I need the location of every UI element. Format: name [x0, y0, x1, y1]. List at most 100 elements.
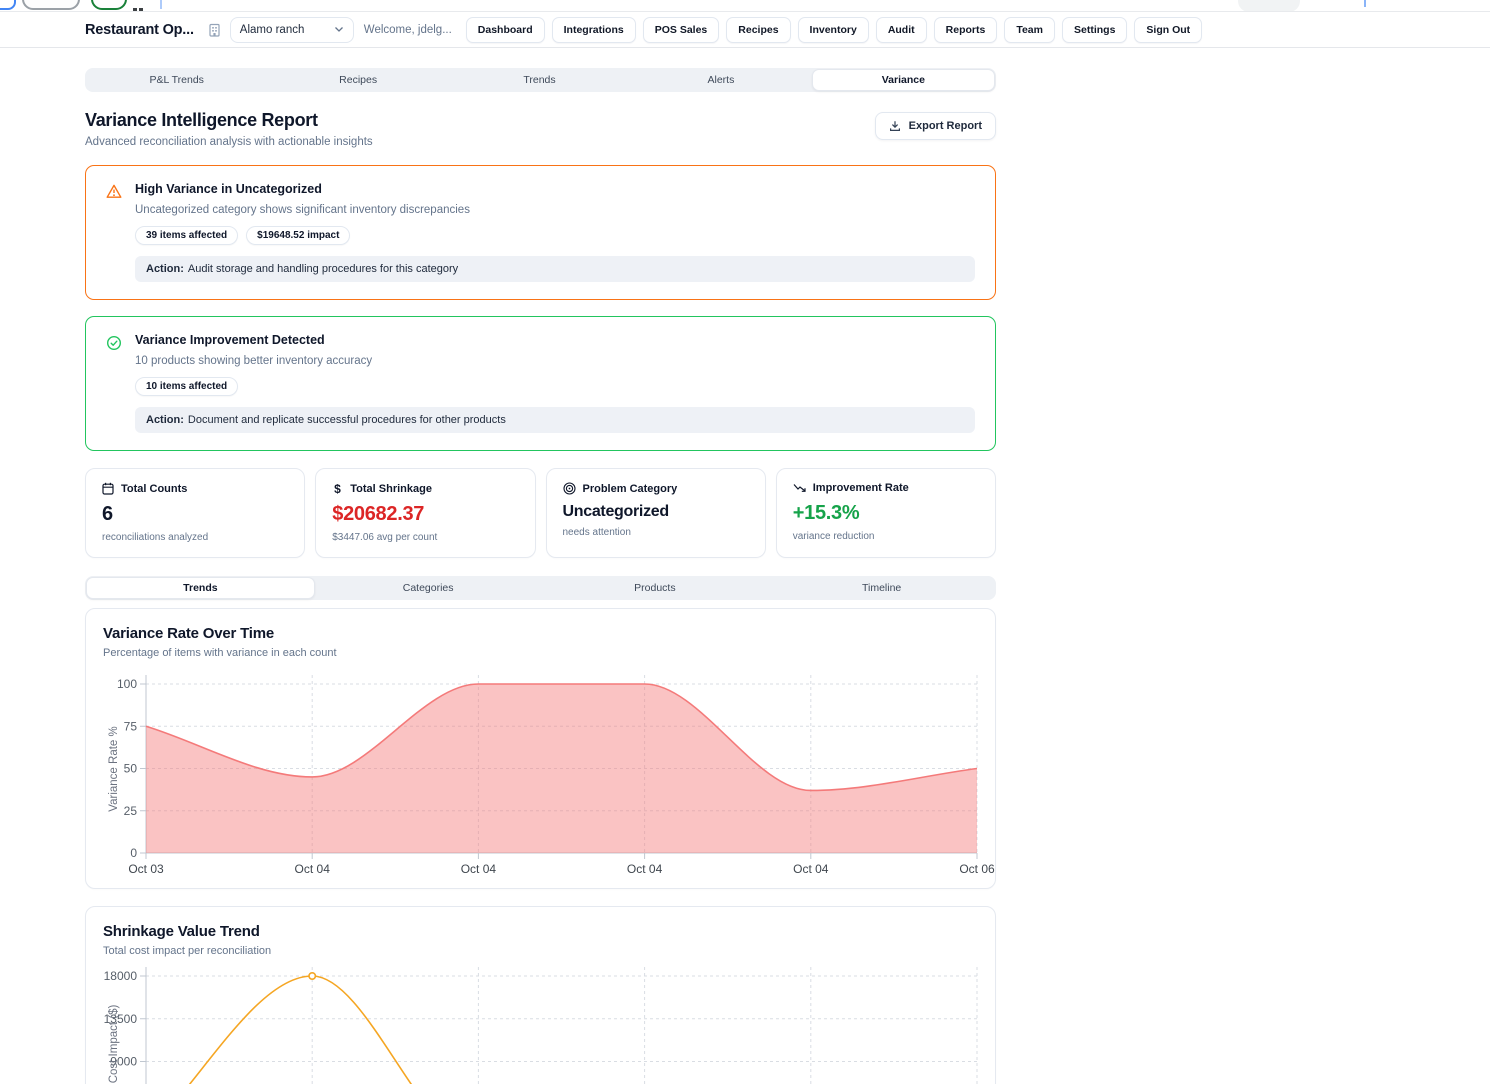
warning-icon [106, 182, 122, 282]
svg-text:25: 25 [124, 804, 138, 818]
alert-title: Variance Improvement Detected [135, 333, 975, 347]
page-title: Variance Intelligence Report [85, 110, 373, 131]
app-header: Restaurant Op... Alamo ranch Welcome, jd… [0, 12, 1490, 48]
tab-alerts[interactable]: Alerts [630, 69, 811, 91]
svg-text:18000: 18000 [104, 969, 138, 983]
chart-subtitle: Percentage of items with variance in eac… [103, 647, 978, 659]
check-circle-icon [106, 333, 122, 433]
tab-pl-trends[interactable]: P&L Trends [86, 69, 267, 91]
browser-pill-button-green[interactable] [91, 0, 127, 10]
alert-variance-improvement: Variance Improvement Detected 10 product… [85, 316, 996, 451]
alert-description: 10 products showing better inventory acc… [135, 355, 975, 367]
svg-text:$: $ [334, 482, 341, 495]
alert-high-variance: High Variance in Uncategorized Uncategor… [85, 165, 996, 300]
welcome-text: Welcome, jdelg... [364, 24, 452, 36]
subtab-products[interactable]: Products [542, 577, 769, 599]
nav-dashboard[interactable]: Dashboard [466, 17, 545, 43]
stat-value: 6 [102, 503, 288, 526]
svg-text:Oct 03: Oct 03 [128, 862, 164, 876]
nav-inventory[interactable]: Inventory [798, 17, 869, 43]
main-tabbar: P&L Trends Recipes Trends Alerts Varianc… [85, 68, 996, 92]
impact-badge: $19648.52 impact [246, 226, 350, 245]
nav-sign-out[interactable]: Sign Out [1134, 17, 1202, 43]
stat-problem-category: Problem Category Uncategorized needs att… [546, 468, 766, 558]
action-bar: Action: Audit storage and handling proced… [135, 256, 975, 282]
shrinkage-line-chart: 0450090001350018000Cost Impact ($) [103, 969, 982, 1084]
location-select[interactable]: Alamo ranch [230, 17, 354, 43]
stats-row: Total Counts 6 reconciliations analyzed … [85, 468, 996, 558]
svg-text:Oct 04: Oct 04 [295, 862, 331, 876]
variance-rate-chart-card: Variance Rate Over Time Percentage of it… [85, 608, 996, 889]
browser-pill-button[interactable] [22, 0, 80, 10]
export-report-button[interactable]: Export Report [875, 112, 996, 140]
chart-title: Variance Rate Over Time [103, 625, 978, 642]
subtab-trends[interactable]: Trends [86, 577, 315, 599]
stat-improvement-rate: Improvement Rate +15.3% variance reducti… [776, 468, 996, 558]
svg-text:Oct 04: Oct 04 [627, 862, 663, 876]
export-report-label: Export Report [909, 120, 982, 132]
nav-integrations[interactable]: Integrations [552, 17, 636, 43]
stat-value: $20682.37 [332, 503, 518, 526]
stat-sub: $3447.06 avg per count [332, 532, 518, 543]
target-icon [563, 482, 576, 495]
svg-text:75: 75 [124, 719, 138, 733]
subtab-categories[interactable]: Categories [315, 577, 542, 599]
svg-text:0: 0 [130, 846, 137, 860]
svg-text:Oct 06: Oct 06 [959, 862, 995, 876]
items-affected-badge: 10 items affected [135, 377, 238, 396]
stat-value: Uncategorized [563, 503, 749, 521]
stat-value: +15.3% [793, 502, 979, 525]
building-icon [208, 23, 221, 37]
browser-chrome-strip [0, 0, 1490, 12]
alert-description: Uncategorized category shows significant… [135, 204, 975, 216]
nav-pos-sales[interactable]: POS Sales [643, 17, 720, 43]
stat-sub: variance reduction [793, 531, 979, 542]
location-select-value: Alamo ranch [240, 24, 305, 36]
nav-settings[interactable]: Settings [1062, 17, 1127, 43]
tab-recipes[interactable]: Recipes [267, 69, 448, 91]
sub-tabbar: Trends Categories Products Timeline [85, 576, 996, 600]
stat-total-shrinkage: $ Total Shrinkage $20682.37 $3447.06 avg… [315, 468, 535, 558]
browser-tab-fragment [0, 0, 16, 10]
stat-label: Problem Category [583, 483, 678, 495]
action-label: Action: [146, 263, 184, 275]
browser-pill-button-right[interactable] [1238, 0, 1300, 12]
stat-label: Total Shrinkage [350, 483, 432, 495]
nav-team[interactable]: Team [1004, 17, 1055, 43]
nav-reports[interactable]: Reports [934, 17, 998, 43]
subtab-timeline[interactable]: Timeline [768, 577, 995, 599]
action-label: Action: [146, 414, 184, 426]
top-nav: Dashboard Integrations POS Sales Recipes… [466, 17, 1202, 43]
variance-rate-area-chart: 0 25 50 75 100 Oct 03 Oct 04 Oct 04 Oct 04 Oct 04… [103, 671, 982, 876]
download-icon [889, 120, 901, 132]
apps-grid-icon[interactable] [133, 0, 145, 12]
svg-text:Oct 04: Oct 04 [793, 862, 829, 876]
action-bar: Action: Document and replicate successful… [135, 407, 975, 433]
stat-label: Improvement Rate [813, 482, 909, 494]
nav-recipes[interactable]: Recipes [726, 17, 790, 43]
nav-audit[interactable]: Audit [876, 17, 927, 43]
chart-subtitle: Total cost impact per reconciliation [103, 945, 978, 957]
items-affected-badge: 39 items affected [135, 226, 238, 245]
text-caret [160, 0, 162, 9]
action-text: Document and replicate successful proced… [188, 414, 506, 426]
svg-text:Cost Impact ($): Cost Impact ($) [108, 1005, 120, 1084]
trending-down-icon [793, 483, 806, 493]
svg-text:50: 50 [124, 762, 138, 776]
svg-text:Oct 04: Oct 04 [461, 862, 497, 876]
stat-sub: reconciliations analyzed [102, 532, 288, 543]
stat-sub: needs attention [563, 527, 749, 538]
calendar-icon [102, 482, 114, 495]
stat-label: Total Counts [121, 483, 187, 495]
svg-text:Variance Rate %: Variance Rate % [108, 726, 120, 811]
dollar-icon: $ [332, 482, 343, 495]
svg-text:100: 100 [117, 677, 137, 691]
tab-trends[interactable]: Trends [449, 69, 630, 91]
shrinkage-trend-chart-card: Shrinkage Value Trend Total cost impact … [85, 906, 996, 1084]
alert-title: High Variance in Uncategorized [135, 182, 975, 196]
stat-total-counts: Total Counts 6 reconciliations analyzed [85, 468, 305, 558]
action-text: Audit storage and handling procedures fo… [188, 263, 458, 275]
browser-blue-tick [1364, 0, 1366, 7]
tab-variance[interactable]: Variance [812, 69, 995, 91]
chart-title: Shrinkage Value Trend [103, 923, 978, 940]
